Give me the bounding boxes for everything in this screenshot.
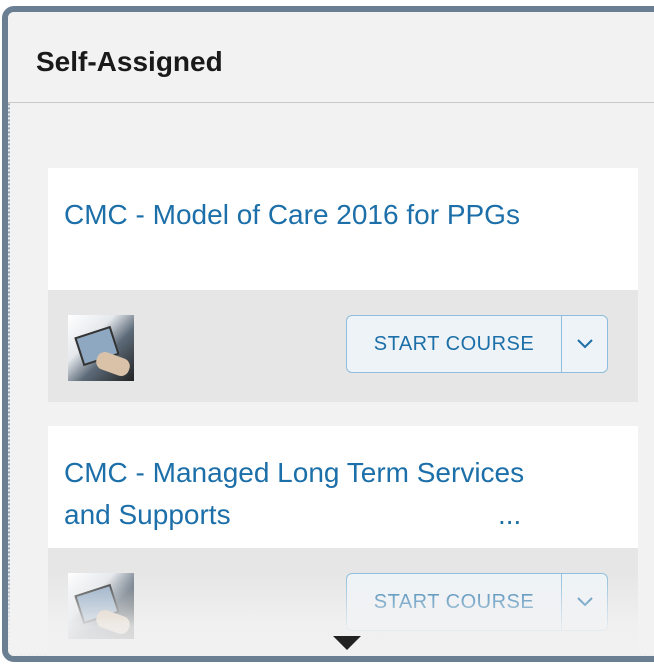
course-title-link[interactable]: CMC - Model of Care 2016 for PPGs: [64, 194, 544, 236]
course-options-dropdown-button[interactable]: [561, 574, 607, 630]
start-course-button[interactable]: START COURSE: [347, 316, 561, 372]
course-options-dropdown-button[interactable]: [561, 316, 607, 372]
course-card-header: CMC - Managed Long Term Services and Sup…: [48, 426, 638, 548]
course-card: CMC - Model of Care 2016 for PPGs START …: [48, 168, 638, 402]
start-course-button-group: START COURSE: [346, 315, 608, 373]
start-course-button[interactable]: START COURSE: [347, 574, 561, 630]
course-card: CMC - Managed Long Term Services and Sup…: [48, 426, 638, 656]
chevron-down-icon: [576, 597, 593, 607]
triangle-down-icon[interactable]: [333, 636, 361, 650]
course-title-link[interactable]: CMC - Managed Long Term Services and Sup…: [64, 452, 544, 536]
self-assigned-panel: Self-Assigned CMC - Model of Care 2016 f…: [2, 6, 654, 662]
panel-title: Self-Assigned: [36, 46, 223, 77]
course-card-header: CMC - Model of Care 2016 for PPGs: [48, 168, 638, 290]
course-thumbnail-image: [68, 315, 134, 381]
panel-header: Self-Assigned: [8, 12, 654, 103]
title-ellipsis: ...: [498, 499, 522, 530]
chevron-down-icon: [576, 339, 593, 349]
start-course-button-group: START COURSE: [346, 573, 608, 631]
course-thumbnail-image: [68, 573, 134, 639]
